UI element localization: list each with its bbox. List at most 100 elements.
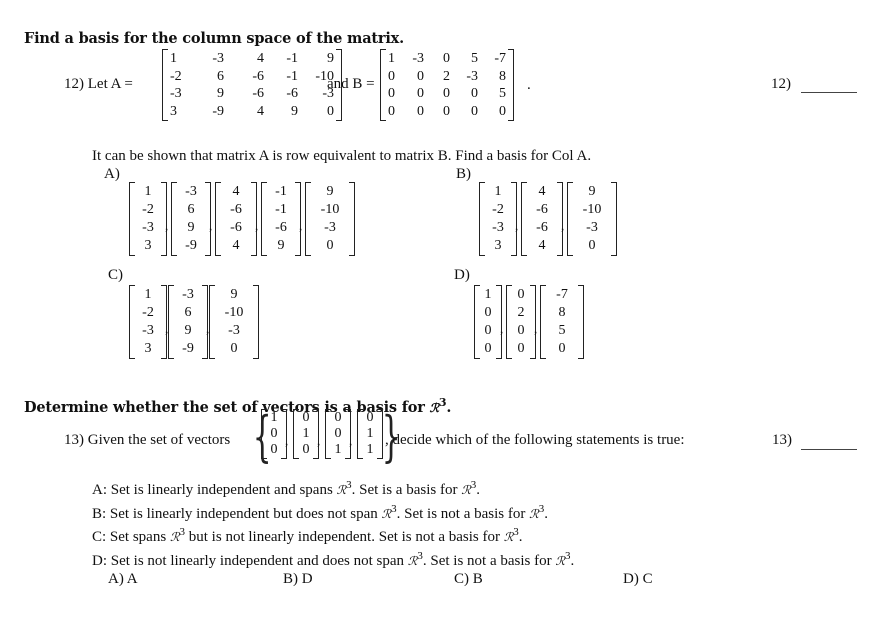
matrix-cell: 6 <box>217 68 224 84</box>
answer-13-blank[interactable] <box>801 449 857 450</box>
vector-entry: 1 <box>144 184 152 199</box>
vector-entry: -3 <box>228 323 240 338</box>
vector-entry: 9 <box>230 287 238 302</box>
vector-entry: 0 <box>558 341 566 356</box>
vector-separator: , <box>255 218 259 233</box>
vector-entry: -9 <box>185 238 197 253</box>
answer-12-blank[interactable] <box>801 92 857 93</box>
vector-entry: -10 <box>320 202 340 217</box>
r3-symbol: ℛ <box>503 530 514 544</box>
vector-separator: , <box>561 218 565 233</box>
bracket-right <box>253 285 259 359</box>
vector-entry: 4 <box>538 184 546 199</box>
column-vector: 100 <box>261 409 287 459</box>
vector-entry: 0 <box>302 410 310 425</box>
vector-entry: 1 <box>302 426 310 441</box>
given-label: 13) Given the set of vectors <box>64 432 231 448</box>
vector-entry: -3 <box>586 220 598 235</box>
vector-entry: 0 <box>302 442 310 457</box>
vector-entry: 1 <box>366 426 374 441</box>
column-vector: 0 2 0 0 <box>506 285 536 359</box>
matrix-cell: -3 <box>170 86 182 101</box>
option-b[interactable]: B) D <box>283 571 313 588</box>
matrix-cell: 0 <box>417 86 424 101</box>
vector-entry: -1 <box>275 202 287 217</box>
section-heading-column-space: Find a basis for the column space of the… <box>24 30 404 47</box>
vector-entry: 0 <box>334 410 342 425</box>
statement-text: C: Set spans <box>92 529 170 545</box>
matrix-cell: 9 <box>327 51 334 66</box>
r3-symbol: ℛ <box>555 553 565 568</box>
matrix-cell: 0 <box>388 68 395 84</box>
vector-entry: -6 <box>230 220 242 235</box>
vector-entry: -3 <box>324 220 336 235</box>
matrix-cell: 0 <box>388 103 395 119</box>
column-vector: 9 -10 -3 0 <box>567 182 617 256</box>
vector-entry: -10 <box>224 305 244 320</box>
statement-text: D: Set is not linearly independent and d… <box>92 552 408 569</box>
matrix-cell: 0 <box>417 68 424 84</box>
vector-entry: 3 <box>494 238 502 253</box>
matrix-cell: 0 <box>471 103 478 119</box>
vector-separator: , <box>515 218 519 233</box>
matrix-a: 1 -3 4 -1 9 -2 6 -6 -1 -10 -3 9 -6 -6 -3 3 -9 4 9 0 <box>162 49 342 121</box>
vector-entry: 1 <box>484 287 492 302</box>
r3-symbol: ℛ <box>529 506 539 521</box>
r3-symbol: ℛ <box>429 400 440 415</box>
r3-symbol: ℛ <box>381 506 392 521</box>
vector-entry: 3 <box>144 238 152 253</box>
option-a[interactable]: A) A <box>108 571 138 588</box>
answer-13-label: 13) <box>772 432 792 448</box>
r3-symbol: ℛ <box>336 483 347 497</box>
column-vector: 1 -2 -3 3 <box>129 182 167 256</box>
vector-entry: 0 <box>270 442 278 457</box>
r3-symbol: ℛ <box>169 530 180 544</box>
option-d[interactable]: D) C <box>623 571 653 588</box>
matrix-cell: 0 <box>388 86 395 101</box>
vector-entry: 0 <box>588 238 596 253</box>
vector-entry: 6 <box>184 305 192 320</box>
decide-label: , decide which of the following statemen… <box>385 432 685 448</box>
vector-entry: -3 <box>185 184 197 199</box>
matrix-cell: -1 <box>286 68 298 84</box>
vector-entry: -2 <box>492 202 504 217</box>
matrix-cell: 9 <box>291 103 298 119</box>
statement-a: A: Set is linearly independent and spans… <box>92 479 480 499</box>
vector-entry: -6 <box>275 220 287 235</box>
vector-entry: 9 <box>184 323 192 338</box>
matrix-b: 1 -3 0 5 -7 0 0 2 -3 8 0 0 0 0 5 0 0 0 0 0 <box>380 49 514 121</box>
column-vector: 4 -6 -6 4 <box>521 182 563 256</box>
matrix-cell: -7 <box>494 51 506 66</box>
matrix-cell: 9 <box>217 86 224 101</box>
vector-entry: 1 <box>494 184 502 199</box>
column-vector: 1 -2 -3 3 <box>129 285 167 359</box>
vector-separator: , <box>349 433 353 448</box>
r3-symbol: ℛ <box>407 553 418 568</box>
matrix-cell: 1 <box>388 51 395 66</box>
matrix-cell: 2 <box>443 68 450 84</box>
vector-entry: 0 <box>517 323 525 338</box>
vector-entry: 0 <box>484 341 492 356</box>
vector-entry: 1 <box>334 442 342 457</box>
vector-entry: -1 <box>275 184 287 199</box>
column-vector: -3 6 9 -9 <box>168 285 208 359</box>
matrix-cell: 0 <box>443 51 450 66</box>
matrix-cell: 1 <box>170 51 177 66</box>
vector-entry: -6 <box>230 202 242 217</box>
matrix-cell: -6 <box>286 86 298 101</box>
vector-entry: -10 <box>582 202 602 217</box>
option-c[interactable]: C) B <box>454 571 483 588</box>
vector-entry: -3 <box>492 220 504 235</box>
vector-entry: 9 <box>326 184 334 199</box>
column-vector: -1 -1 -6 9 <box>261 182 301 256</box>
vector-entry: 4 <box>232 238 240 253</box>
statement-c: C: Set spans ℛ3 but is not linearly inde… <box>92 526 523 546</box>
matrix-cell: -3 <box>466 68 478 84</box>
statement-text: . <box>476 482 481 498</box>
matrix-cell: 5 <box>499 86 506 101</box>
vector-entry: 2 <box>517 305 525 320</box>
statement-text: A: Set is linearly independent and spans <box>92 482 337 498</box>
vector-entry: 0 <box>326 238 334 253</box>
statement-text: . <box>544 505 548 522</box>
column-vector: 010 <box>293 409 319 459</box>
